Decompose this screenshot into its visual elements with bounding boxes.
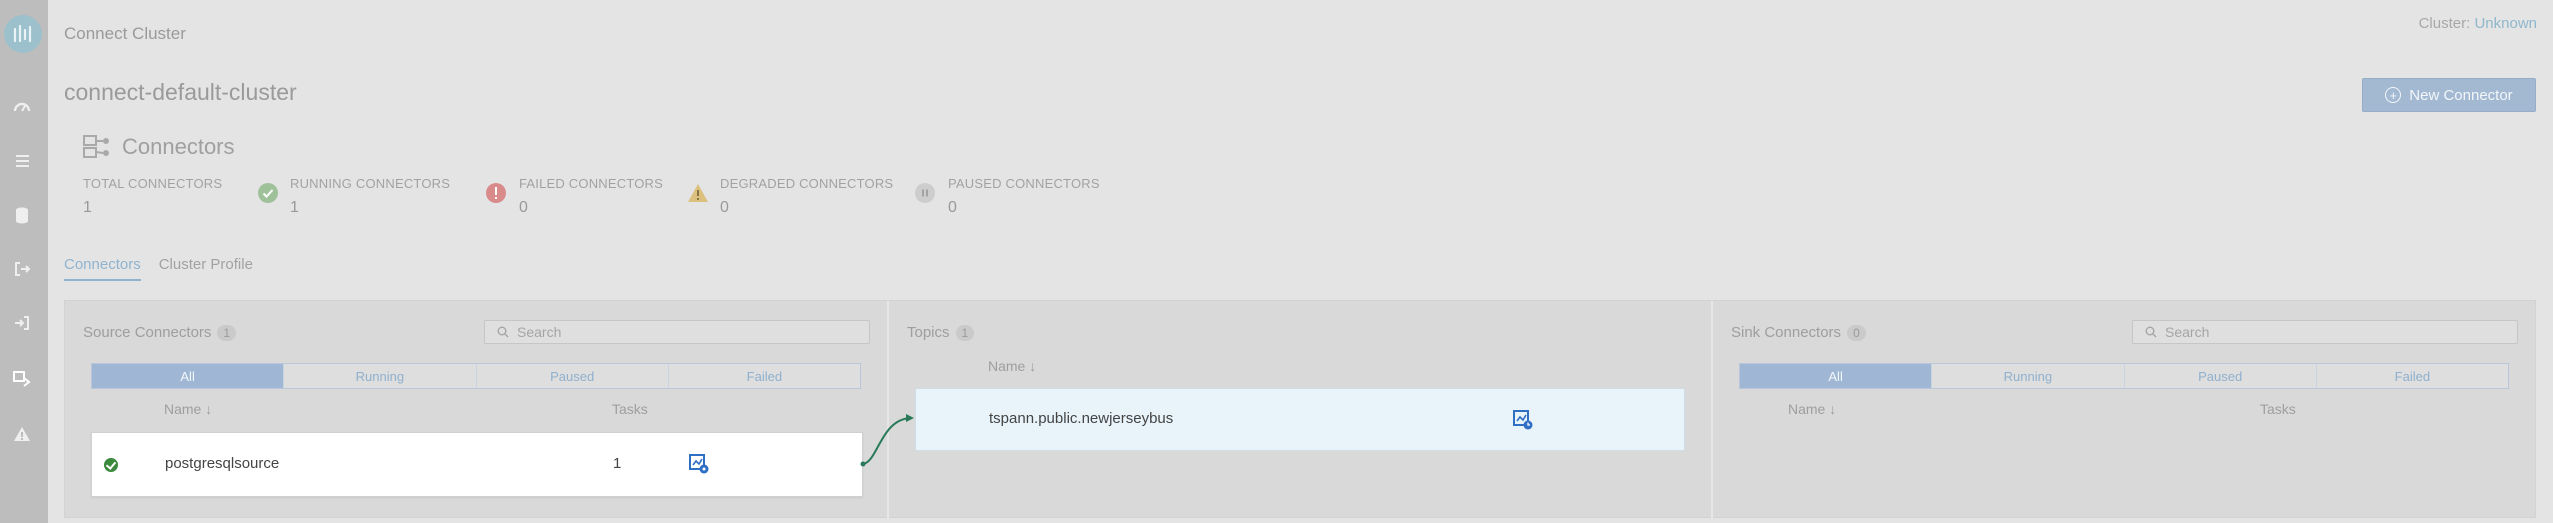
connector-name[interactable]: postgresqlsource [165,455,279,472]
stat-label: DEGRADED CONNECTORS [720,176,894,191]
tab-bar: Connectors Cluster Profile [64,256,253,281]
new-connector-button[interactable]: + New Connector [2362,78,2536,112]
topics-title: Topics [907,324,950,341]
search-icon [2145,326,2157,338]
connectors-section-title: Connectors [122,134,235,159]
tab-cluster-profile[interactable]: Cluster Profile [159,256,253,281]
cluster-status-label: Cluster: [2418,15,2471,32]
filter-paused[interactable]: Paused [2125,364,2317,388]
connector-settings-icon[interactable] [688,453,710,480]
stat-paused: PAUSED CONNECTORS 0 [948,176,1100,217]
column-header-tasks: Tasks [612,401,648,417]
stat-label: FAILED CONNECTORS [519,176,664,191]
filter-all[interactable]: All [92,364,285,388]
pause-icon [915,183,935,203]
sink-search-input[interactable]: Search [2132,320,2518,344]
count-badge: 0 [1847,324,1866,341]
source-search-input[interactable]: Search [484,320,870,344]
stat-label: PAUSED CONNECTORS [948,176,1100,191]
source-to-topic-link [860,414,914,467]
stat-label: TOTAL CONNECTORS [83,176,223,191]
stat-value: 1 [290,199,299,216]
cluster-status-value[interactable]: Unknown [2474,15,2537,32]
column-header-name[interactable]: Name ↓ [988,358,1036,374]
count-badge: 1 [217,324,237,341]
count-badge: 1 [955,324,975,341]
column-header-name[interactable]: Name ↓ [164,401,212,417]
topics-header: Topics 1 [907,324,975,341]
topic-row[interactable]: tspann.public.newjerseybus [915,388,1685,451]
filter-paused[interactable]: Paused [477,364,669,388]
topics-column: Topics 1 Name ↓ tspann.public.newjerseyb… [889,301,1711,519]
search-placeholder: Search [2165,324,2210,340]
search-placeholder: Search [517,324,562,340]
column-header-tasks: Tasks [2260,401,2296,417]
dashboard-icon[interactable] [12,98,32,116]
source-status-filter: All Running Paused Failed [91,363,861,389]
search-icon [497,326,509,338]
add-circle-icon: + [2385,87,2402,103]
filter-failed[interactable]: Failed [669,364,860,388]
running-status-icon [104,458,118,472]
stat-value: 1 [83,199,92,216]
app-logo-icon[interactable] [4,15,42,53]
sign-in-icon[interactable] [12,314,32,332]
connectors-icon [83,135,109,158]
filter-running[interactable]: Running [1932,364,2125,388]
new-connector-label: New Connector [2409,86,2513,104]
alert-icon[interactable] [12,425,32,443]
column-header-name[interactable]: Name ↓ [1788,401,1836,417]
stat-total: TOTAL CONNECTORS 1 [83,176,222,217]
connectors-nav-icon[interactable] [12,370,32,388]
top-bar: Connect Cluster Cluster: Unknown [48,0,2553,68]
connectors-panel: Source Connectors 1 Search All Running P… [64,300,2536,519]
cluster-status: Cluster: Unknown [2419,15,2537,32]
page-title: Connect Cluster [64,24,186,43]
stat-failed: FAILED CONNECTORS 0 [519,176,663,217]
sink-connectors-column: Sink Connectors 0 Search All Running Pau… [1713,301,2535,519]
topic-name[interactable]: tspann.public.newjerseybus [989,410,1173,427]
sink-connectors-header: Sink Connectors 0 [1731,324,1866,341]
connector-tasks: 1 [613,455,622,472]
stat-value: 0 [519,199,528,216]
source-connector-row[interactable]: postgresqlsource 1 [91,432,863,497]
stat-label: RUNNING CONNECTORS [290,176,451,191]
stat-value: 0 [948,199,957,216]
connectors-section-header: Connectors [82,134,235,160]
sink-connectors-title: Sink Connectors [1731,324,1842,341]
warning-icon [687,183,708,203]
check-circle-icon [258,183,278,203]
database-icon[interactable] [12,206,32,224]
stat-running: RUNNING CONNECTORS 1 [290,176,450,217]
stat-value: 0 [720,199,729,216]
left-nav-rail [0,0,48,523]
tab-connectors[interactable]: Connectors [64,256,141,281]
source-connectors-column: Source Connectors 1 Search All Running P… [65,301,887,519]
sign-out-icon[interactable] [12,260,32,278]
filter-running[interactable]: Running [284,364,477,388]
error-icon [486,183,506,203]
filter-failed[interactable]: Failed [2317,364,2508,388]
stat-degraded: DEGRADED CONNECTORS 0 [720,176,893,217]
cluster-name: connect-default-cluster [64,79,297,105]
sink-status-filter: All Running Paused Failed [1739,363,2509,389]
source-connectors-title: Source Connectors [83,324,212,341]
list-icon[interactable] [12,152,32,170]
filter-all[interactable]: All [1740,364,1933,388]
source-connectors-header: Source Connectors 1 [83,324,237,341]
topic-details-icon[interactable] [1512,409,1534,436]
